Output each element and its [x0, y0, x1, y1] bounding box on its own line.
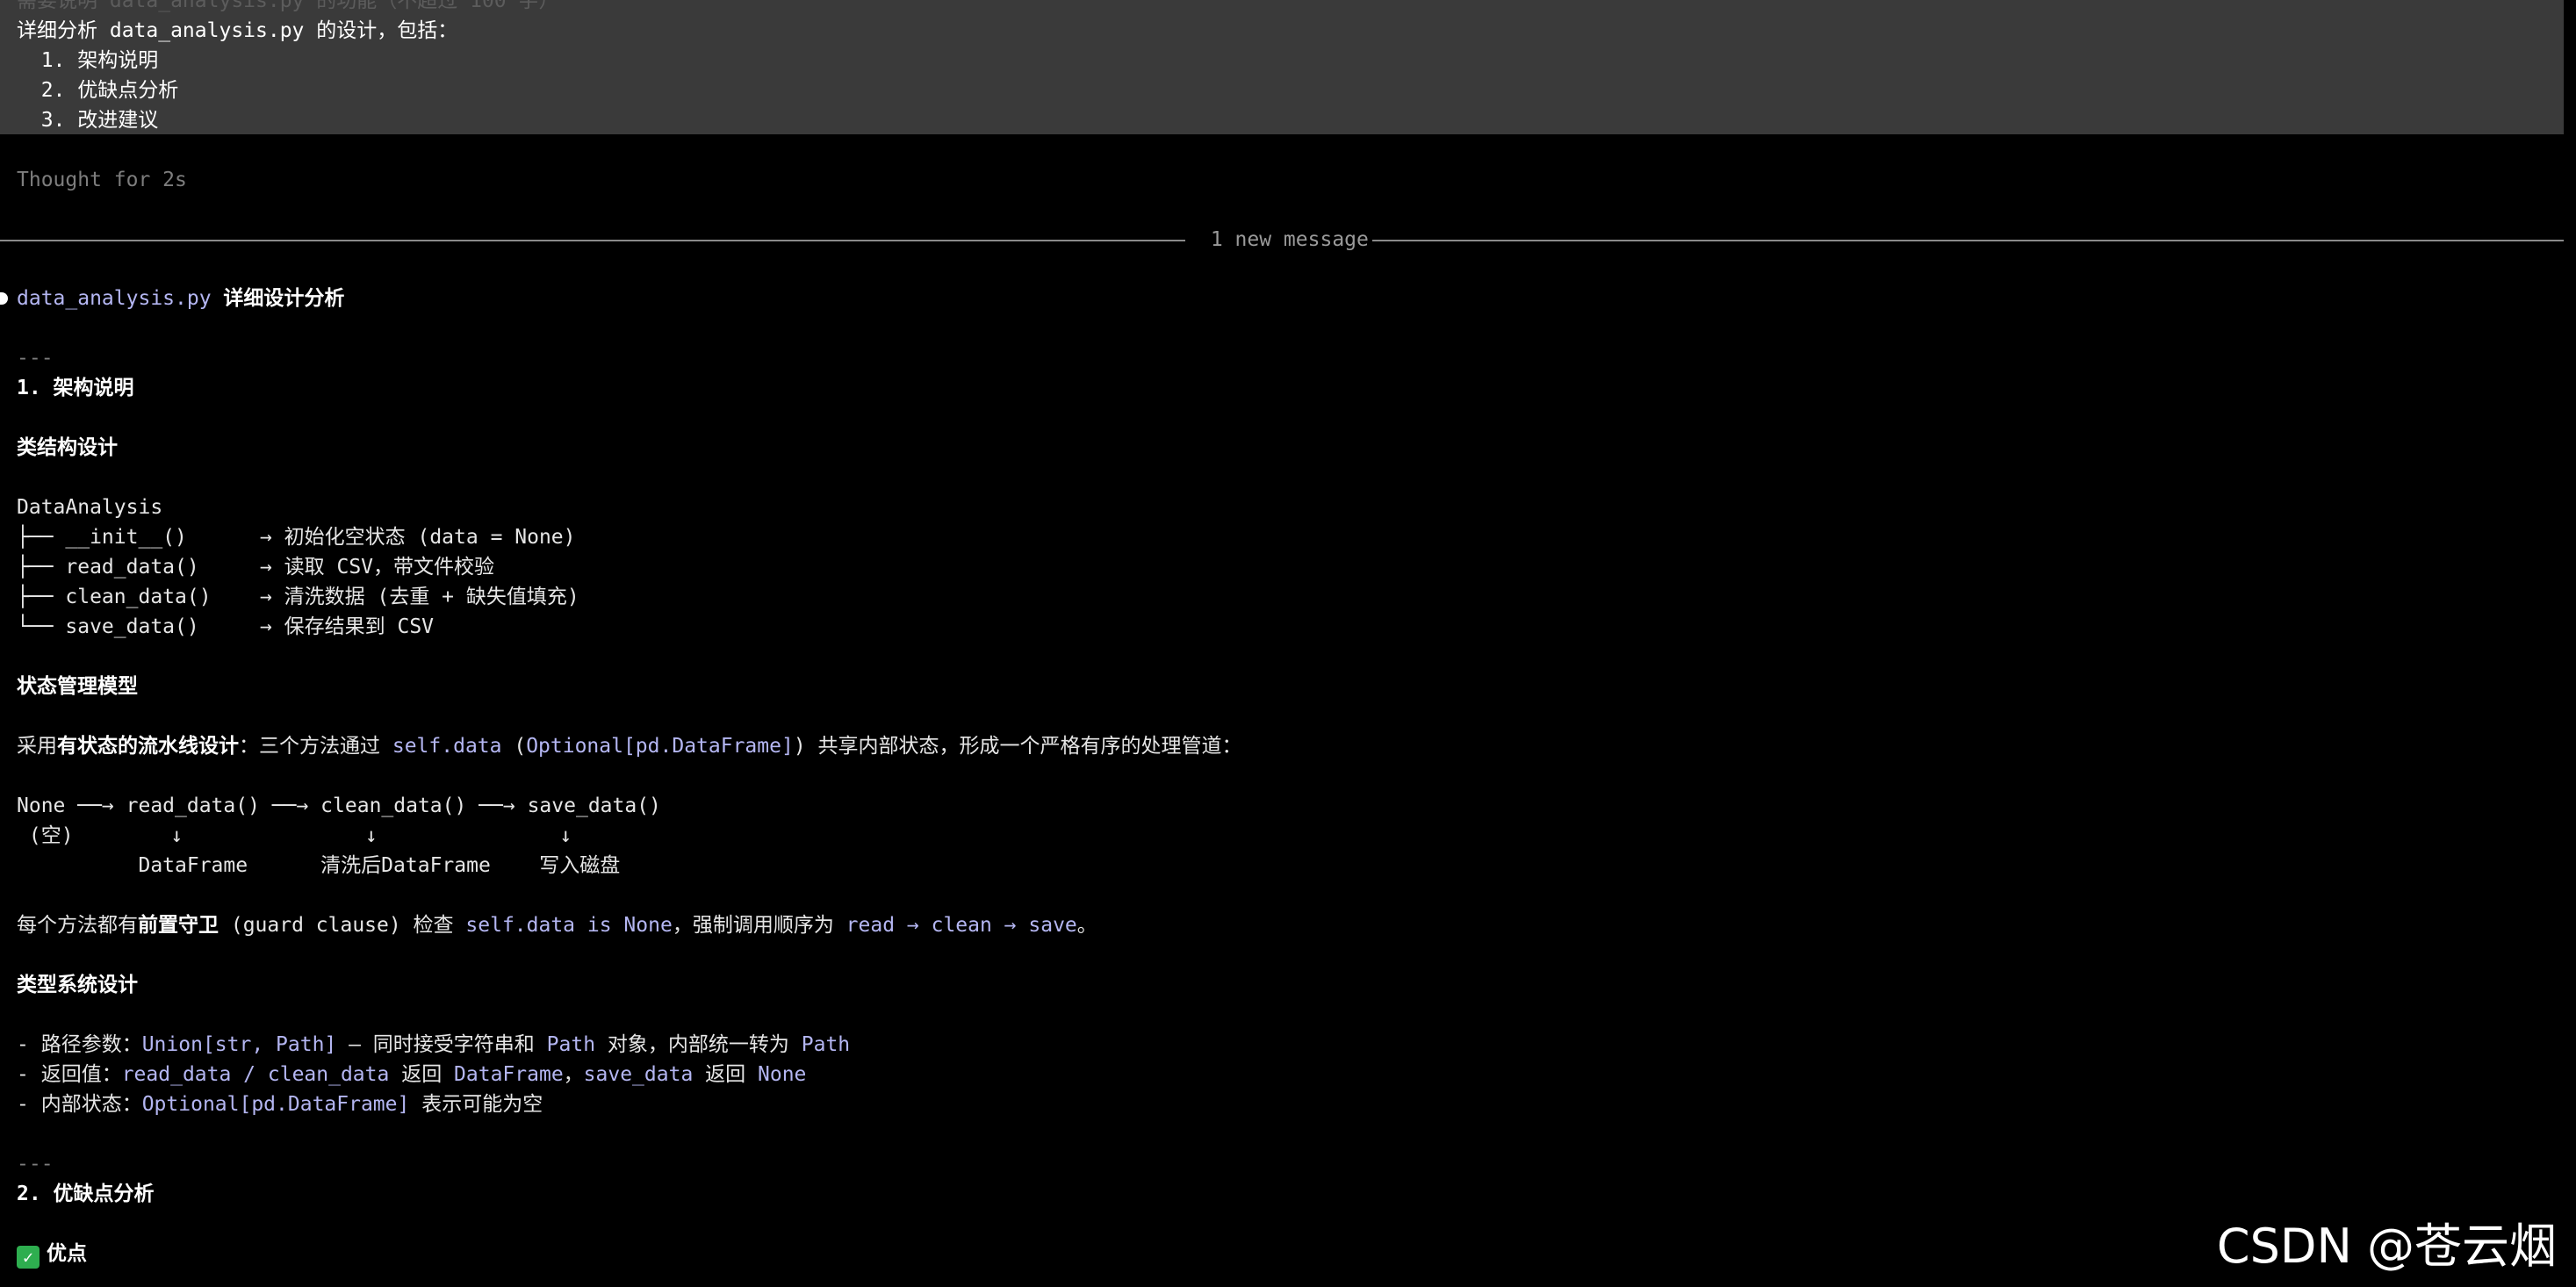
prompt-line-1: 详细分析 data_analysis.py 的设计，包括：	[17, 19, 458, 42]
prompt-item-3: 3. 改进建议	[17, 109, 159, 132]
state-paragraph: 采用有状态的流水线设计：三个方法通过 self.data (Optional[p…	[17, 735, 1242, 758]
horizontal-rule: ---	[17, 347, 54, 370]
pros-heading: ✓ 优点	[17, 1239, 87, 1269]
horizontal-rule: ---	[17, 1153, 54, 1176]
pipeline-diagram-line: None ──→ read_data() ──→ clean_data() ──…	[17, 794, 661, 817]
response-heading: data_analysis.py 详细设计分析	[17, 284, 344, 313]
new-message-separator-label[interactable]: 1 new message	[1198, 225, 1381, 255]
separator-rule-right	[1372, 240, 2564, 241]
type-list-item: - 返回值：read_data / clean_data 返回 DataFram…	[17, 1063, 807, 1086]
csdn-watermark: CSDN @苍云烟	[2216, 1219, 2557, 1274]
check-mark-icon: ✓	[17, 1246, 40, 1269]
class-tree-root: DataAnalysis	[17, 496, 163, 519]
heading-title: 详细设计分析	[211, 287, 345, 310]
prompt-item-1: 1. 架构说明	[17, 49, 159, 72]
thought-status: Thought for 2s	[17, 169, 187, 191]
pipeline-diagram-line: (空) ↓ ↓ ↓	[17, 824, 572, 847]
section-heading-pros-cons: 2. 优缺点分析	[17, 1183, 155, 1205]
class-tree-item: ├── __init__() → 初始化空状态 (data = None)	[17, 526, 576, 549]
type-list-item: - 内部状态：Optional[pd.DataFrame] 表示可能为空	[17, 1093, 543, 1116]
class-tree-item: ├── clean_data() → 清洗数据 (去重 + 缺失值填充)	[17, 586, 579, 608]
guard-paragraph: 每个方法都有前置守卫 (guard clause) 检查 self.data i…	[17, 914, 1097, 937]
heading-filename: data_analysis.py	[17, 287, 212, 310]
response-bullet-icon	[0, 292, 8, 305]
class-tree-item: ├── read_data() → 读取 CSV，带文件校验	[17, 556, 495, 579]
section-heading-architecture: 1. 架构说明	[17, 377, 134, 399]
pipeline-diagram-line: DataFrame 清洗后DataFrame 写入磁盘	[17, 854, 621, 877]
class-tree-item: └── save_data() → 保存结果到 CSV	[17, 615, 435, 638]
subheading-type-system: 类型系统设计	[17, 974, 138, 996]
subheading-state-management: 状态管理模型	[17, 675, 138, 698]
prompt-item-2: 2. 优缺点分析	[17, 79, 179, 102]
prompt-cut-line: 需要说明 data_analysis.py 的功能（不超过 100 字）	[17, 0, 559, 12]
type-list-item: - 路径参数：Union[str, Path] — 同时接受字符串和 Path …	[17, 1033, 851, 1056]
subheading-class-structure: 类结构设计	[17, 436, 118, 459]
separator-rule-left	[0, 240, 1185, 241]
